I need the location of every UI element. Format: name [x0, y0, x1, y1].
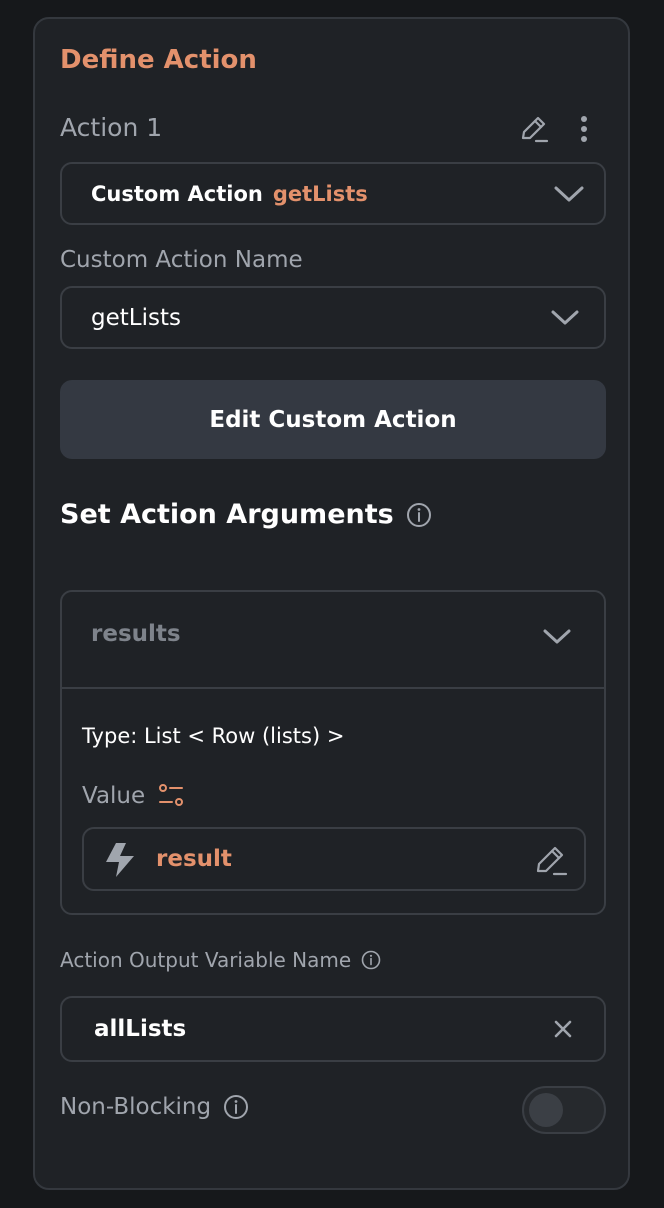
output-variable-value: allLists: [94, 1016, 187, 1042]
non-blocking-label: Non-Blocking: [60, 1094, 212, 1120]
action-type-label: Custom Action: [91, 181, 263, 206]
action-label: Action 1: [60, 113, 163, 142]
info-icon[interactable]: [361, 950, 381, 970]
custom-action-name-select[interactable]: getLists: [60, 286, 606, 349]
value-row: Value: [82, 782, 185, 810]
panel-title: Define Action: [60, 45, 257, 75]
variable-source-icon[interactable]: [157, 782, 185, 810]
pencil-icon[interactable]: [516, 111, 552, 147]
argument-value: result: [156, 846, 232, 872]
argument-value-field[interactable]: result: [82, 827, 586, 891]
non-blocking-row: Non-Blocking: [60, 1094, 249, 1120]
custom-action-name-label: Custom Action Name: [60, 247, 303, 273]
argument-card: results Type: List < Row (lists) > Value: [60, 590, 606, 915]
toggle-knob: [529, 1093, 563, 1127]
chevron-down-icon: [548, 302, 582, 334]
chevron-down-icon: [552, 178, 586, 210]
more-options-icon[interactable]: [570, 111, 598, 147]
define-action-panel: Define Action Action 1 Custom Action get…: [33, 17, 630, 1190]
argument-type-text: Type: List < Row (lists) >: [82, 724, 345, 748]
non-blocking-toggle[interactable]: [522, 1086, 606, 1134]
custom-action-name-value: getLists: [91, 304, 181, 331]
action-type-select[interactable]: Custom Action getLists: [60, 162, 606, 225]
argument-header[interactable]: results: [62, 592, 604, 689]
argument-name: results: [91, 621, 181, 647]
output-label-row: Action Output Variable Name: [60, 948, 381, 972]
output-label: Action Output Variable Name: [60, 948, 352, 972]
pencil-icon[interactable]: [534, 843, 568, 877]
arguments-title: Set Action Arguments: [60, 499, 394, 530]
action-name-badge: getLists: [272, 181, 368, 206]
output-variable-input[interactable]: allLists: [60, 996, 606, 1062]
chevron-down-icon: [540, 622, 574, 652]
lightning-icon: [100, 841, 140, 879]
clear-icon[interactable]: [550, 1016, 576, 1042]
edit-custom-action-button[interactable]: Edit Custom Action: [60, 380, 606, 459]
value-label: Value: [82, 783, 146, 809]
info-icon[interactable]: [223, 1094, 249, 1120]
section-title-arguments: Set Action Arguments: [60, 499, 432, 530]
info-icon[interactable]: [406, 502, 432, 528]
